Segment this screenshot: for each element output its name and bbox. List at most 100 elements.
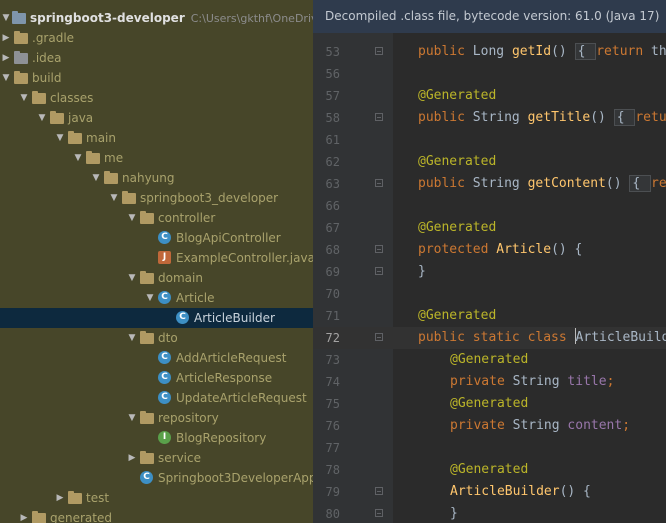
tree-item-updatearticlerequest[interactable]: C UpdateArticleRequest [0, 388, 313, 408]
fold-marker-icon[interactable] [375, 113, 383, 121]
code-text[interactable]: @Generated [450, 393, 528, 415]
chevron-down-icon[interactable]: ▼ [0, 68, 12, 88]
chevron-down-icon[interactable]: ▼ [144, 288, 156, 308]
fold-marker-icon[interactable] [375, 47, 383, 55]
class-icon: C [158, 231, 172, 245]
code-text[interactable]: } [450, 503, 458, 523]
code-line-62[interactable]: 62 @Generated [313, 151, 666, 173]
code-line-77[interactable]: 77 [313, 437, 666, 459]
line-number: 58 [325, 111, 340, 125]
fold-marker-icon[interactable] [375, 245, 383, 253]
code-text[interactable]: @Generated [418, 217, 496, 239]
chevron-down-icon[interactable]: ▼ [126, 268, 138, 288]
code-line-72[interactable]: 72 public static class ArticleBuilder [313, 327, 666, 349]
tree-item-classes[interactable]: ▼ classes [0, 88, 313, 108]
tree-item-me[interactable]: ▼ me [0, 148, 313, 168]
code-line-67[interactable]: 67 @Generated [313, 217, 666, 239]
tree-item-article[interactable]: ▼ C Article [0, 288, 313, 308]
code-line-63[interactable]: 63 public String getContent() { ret [313, 173, 666, 195]
chevron-down-icon[interactable]: ▼ [36, 108, 48, 128]
chevron-down-icon[interactable]: ▼ [18, 88, 30, 108]
tree-item-main[interactable]: ▼ main [0, 128, 313, 148]
code-text[interactable]: ArticleBuilder() { [450, 481, 591, 503]
code-token: { [613, 109, 636, 126]
code-line-71[interactable]: 71 @Generated [313, 305, 666, 327]
code-line-75[interactable]: 75 @Generated [313, 393, 666, 415]
code-text[interactable]: @Generated [418, 305, 496, 327]
fold-marker-icon[interactable] [375, 487, 383, 495]
tree-item-addarticlerequest[interactable]: C AddArticleRequest [0, 348, 313, 368]
tree-item-articleresponse[interactable]: C ArticleResponse [0, 368, 313, 388]
chevron-right-icon[interactable]: ▶ [0, 28, 12, 48]
tree-item-generated[interactable]: ▶ generated [0, 508, 313, 523]
fold-marker-icon[interactable] [375, 509, 383, 517]
tree-item-springboot3-developer[interactable]: ▼ springboot3_developer [0, 188, 313, 208]
fold-marker-icon[interactable] [375, 333, 383, 341]
chevron-right-icon[interactable]: ▶ [126, 448, 138, 468]
tree-item-label: .idea [32, 51, 62, 65]
tree-item--gradle[interactable]: ▶ .gradle [0, 28, 313, 48]
fold-marker-icon[interactable] [375, 267, 383, 275]
code-line-73[interactable]: 73 @Generated [313, 349, 666, 371]
line-number: 61 [325, 133, 340, 147]
chevron-right-icon[interactable]: ▶ [54, 488, 66, 508]
chevron-down-icon[interactable]: ▼ [72, 148, 84, 168]
tree-item-controller[interactable]: ▼ controller [0, 208, 313, 228]
tree-item-articlebuilder[interactable]: C ArticleBuilder [0, 308, 313, 328]
code-text[interactable]: @Generated [450, 349, 528, 371]
code-text[interactable]: @Generated [418, 85, 496, 107]
code-token: String [472, 176, 528, 191]
code-text[interactable]: public Long getId() { return this [418, 41, 666, 63]
code-line-78[interactable]: 78 @Generated [313, 459, 666, 481]
code-text[interactable]: protected Article() { [418, 239, 582, 261]
project-root-row[interactable]: ▼ springboot3-developer C:\Users\gkthf\On… [0, 8, 313, 28]
chevron-down-icon[interactable]: ▼ [126, 328, 138, 348]
folder-icon [14, 71, 28, 85]
tree-item-blogapicontroller[interactable]: C BlogApiController [0, 228, 313, 248]
tree-item-build[interactable]: ▼ build [0, 68, 313, 88]
code-text[interactable]: private String title; [450, 371, 614, 393]
code-text[interactable]: private String content; [450, 415, 630, 437]
chevron-down-icon[interactable]: ▼ [108, 188, 120, 208]
code-line-56[interactable]: 56 [313, 63, 666, 85]
chevron-right-icon[interactable]: ▶ [0, 48, 12, 68]
code-text[interactable]: @Generated [450, 459, 528, 481]
code-line-66[interactable]: 66 [313, 195, 666, 217]
code-line-80[interactable]: 80} [313, 503, 666, 523]
code-text[interactable]: public static class ArticleBuilder [418, 327, 666, 349]
chevron-down-icon[interactable]: ▼ [126, 408, 138, 428]
chevron-down-icon[interactable]: ▼ [126, 208, 138, 228]
code-line-74[interactable]: 74 private String title; [313, 371, 666, 393]
tree-item-blogrepository[interactable]: I BlogRepository [0, 428, 313, 448]
code-editor[interactable]: Decompiled .class file, bytecode version… [313, 0, 666, 523]
code-line-57[interactable]: 57 @Generated [313, 85, 666, 107]
code-text[interactable]: public String getTitle() { return [418, 107, 666, 129]
fold-marker-icon[interactable] [375, 179, 383, 187]
tree-item-java[interactable]: ▼ java [0, 108, 313, 128]
tree-item-repository[interactable]: ▼ repository [0, 408, 313, 428]
code-line-79[interactable]: 79 ArticleBuilder() { [313, 481, 666, 503]
code-line-70[interactable]: 70 [313, 283, 666, 305]
chevron-down-icon[interactable]: ▼ [54, 128, 66, 148]
chevron-down-icon[interactable]: ▼ [0, 8, 12, 28]
code-line-58[interactable]: 58 public String getTitle() { return [313, 107, 666, 129]
chevron-right-icon[interactable]: ▶ [18, 508, 30, 523]
tree-item-domain[interactable]: ▼ domain [0, 268, 313, 288]
tree-item-dto[interactable]: ▼ dto [0, 328, 313, 348]
code-line-68[interactable]: 68 protected Article() { [313, 239, 666, 261]
tree-item-service[interactable]: ▶ service [0, 448, 313, 468]
code-text[interactable]: @Generated [418, 151, 496, 173]
tree-item-nahyung[interactable]: ▼ nahyung [0, 168, 313, 188]
tree-item-examplecontroller-java[interactable]: J ExampleController.java [0, 248, 313, 268]
chevron-down-icon[interactable]: ▼ [90, 168, 102, 188]
code-line-69[interactable]: 69} [313, 261, 666, 283]
tree-item-test[interactable]: ▶ test [0, 488, 313, 508]
code-line-76[interactable]: 76 private String content; [313, 415, 666, 437]
code-text[interactable]: } [418, 261, 426, 283]
tree-item-springboot3developerapplication[interactable]: C Springboot3DeveloperApplication [0, 468, 313, 488]
code-line-61[interactable]: 61 [313, 129, 666, 151]
project-tree-panel[interactable]: ▼ springboot3-developer C:\Users\gkthf\On… [0, 0, 313, 523]
tree-item--idea[interactable]: ▶ .idea [0, 48, 313, 68]
code-text[interactable]: public String getContent() { ret [418, 173, 666, 195]
code-line-53[interactable]: 53 public Long getId() { return this [313, 41, 666, 63]
